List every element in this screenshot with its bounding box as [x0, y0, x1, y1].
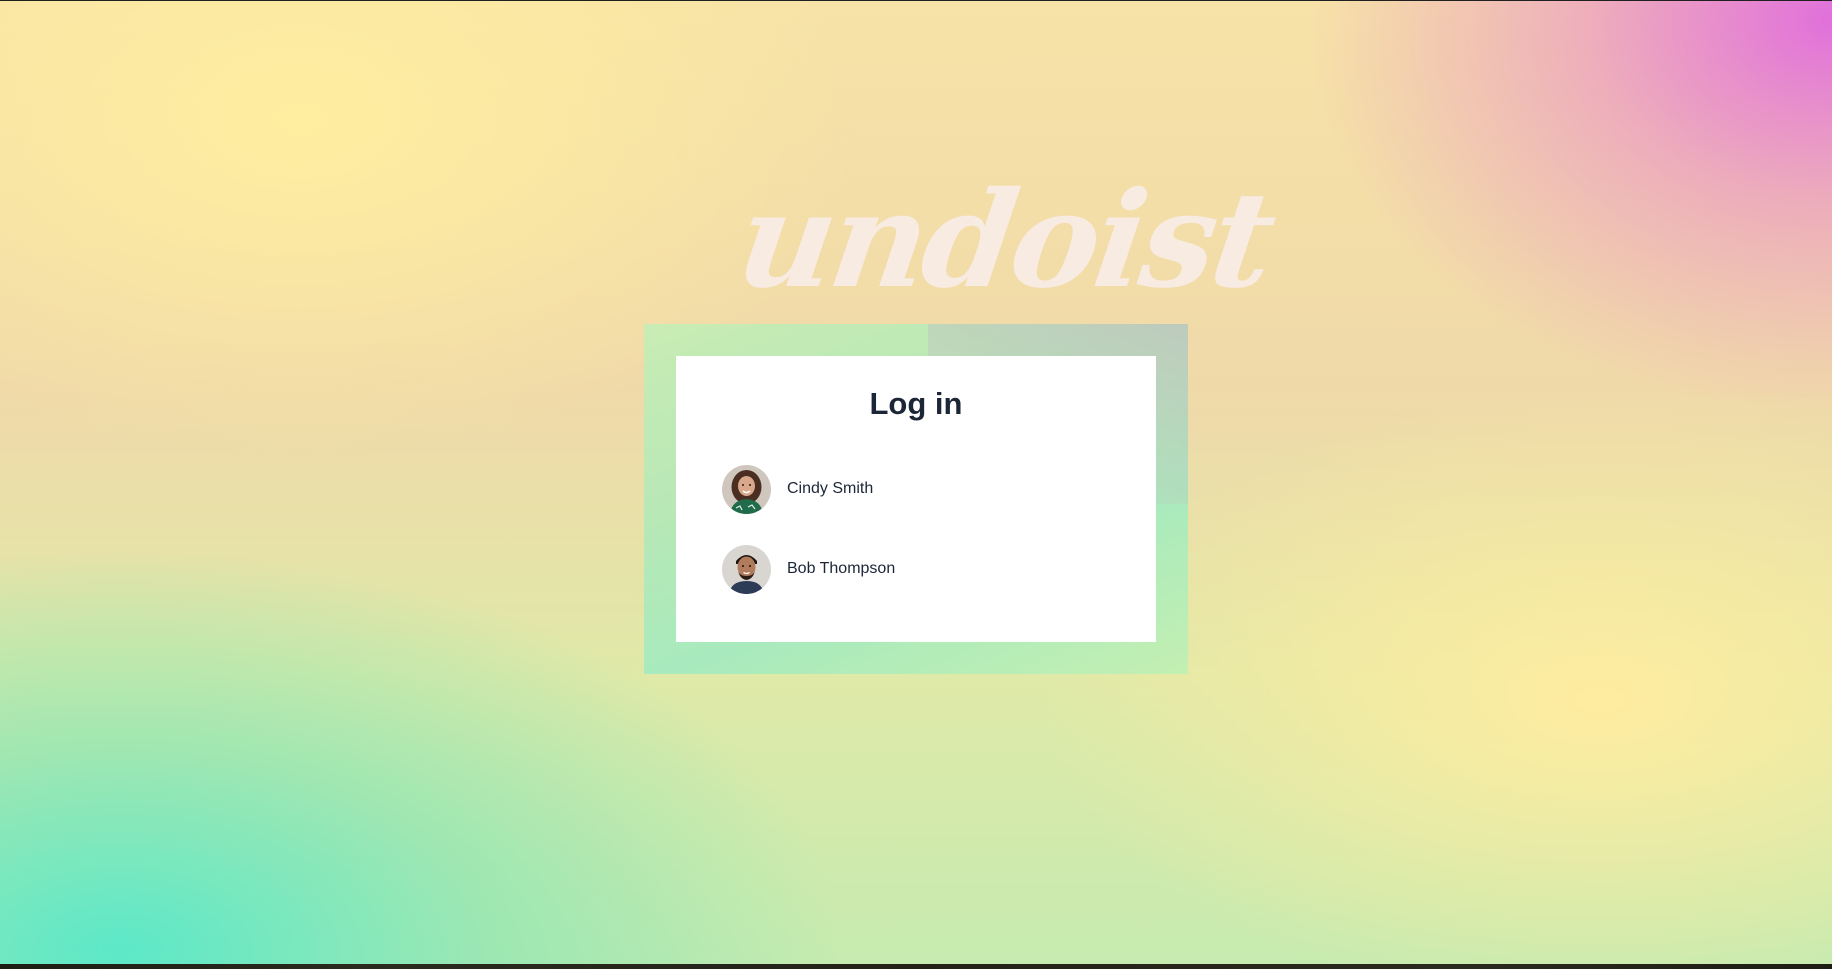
app-logo: undoist [729, 163, 1281, 318]
user-item-cindy-smith[interactable]: Cindy Smith [722, 464, 1122, 514]
login-frame: Log in Cindy Smith Bob Thompson [644, 324, 1188, 674]
cindy-avatar-icon [722, 464, 771, 514]
user-list: Cindy Smith Bob Thompson [722, 464, 1122, 624]
top-border [0, 0, 1832, 1]
user-name: Cindy Smith [787, 480, 874, 497]
user-name: Bob Thompson [787, 560, 896, 577]
bottom-strip [0, 964, 1832, 969]
bob-avatar-icon [722, 544, 771, 594]
user-item-bob-thompson[interactable]: Bob Thompson [722, 544, 1122, 594]
login-card: Log in Cindy Smith Bob Thompson [676, 356, 1156, 642]
login-title: Log in [869, 386, 963, 421]
